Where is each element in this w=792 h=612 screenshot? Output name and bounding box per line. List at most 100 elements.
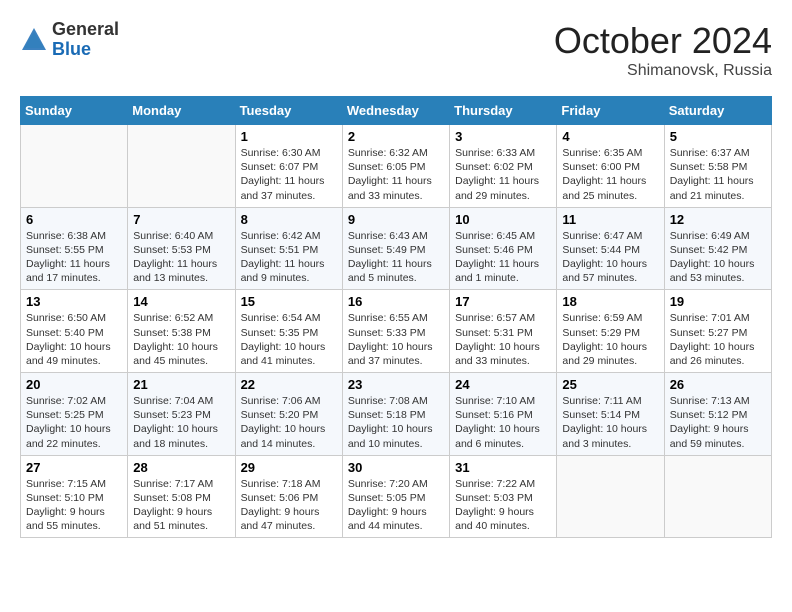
day-info: Sunrise: 7:01 AMSunset: 5:27 PMDaylight:… bbox=[670, 311, 766, 368]
logo-blue-text: Blue bbox=[52, 39, 91, 59]
calendar-day-cell: 31 Sunrise: 7:22 AMSunset: 5:03 PMDayligh… bbox=[450, 455, 557, 538]
day-number: 16 bbox=[348, 294, 444, 309]
day-number: 26 bbox=[670, 377, 766, 392]
day-info: Sunrise: 6:49 AMSunset: 5:42 PMDaylight:… bbox=[670, 229, 766, 286]
calendar-day-cell: 16 Sunrise: 6:55 AMSunset: 5:33 PMDayligh… bbox=[342, 290, 449, 373]
day-number: 8 bbox=[241, 212, 337, 227]
calendar-day-cell: 15Sunrise: 6:54 AMSunset: 5:35 PMDayligh… bbox=[235, 290, 342, 373]
calendar-day-cell: 5 Sunrise: 6:37 AMSunset: 5:58 PMDaylight… bbox=[664, 125, 771, 208]
calendar-week-row: 6 Sunrise: 6:38 AMSunset: 5:55 PMDaylight… bbox=[21, 207, 772, 290]
day-info: Sunrise: 6:55 AMSunset: 5:33 PMDaylight:… bbox=[348, 311, 444, 368]
calendar-day-cell: 1Sunrise: 6:30 AMSunset: 6:07 PMDaylight… bbox=[235, 125, 342, 208]
day-info: Sunrise: 7:18 AMSunset: 5:06 PMDaylight:… bbox=[241, 477, 337, 534]
day-number: 11 bbox=[562, 212, 658, 227]
day-info: Sunrise: 7:20 AMSunset: 5:05 PMDaylight:… bbox=[348, 477, 444, 534]
day-info: Sunrise: 6:37 AMSunset: 5:58 PMDaylight:… bbox=[670, 146, 766, 203]
weekday-header-cell: Tuesday bbox=[235, 97, 342, 125]
month-title: October 2024 bbox=[554, 20, 772, 62]
day-number: 14 bbox=[133, 294, 229, 309]
day-info: Sunrise: 7:04 AMSunset: 5:23 PMDaylight:… bbox=[133, 394, 229, 451]
weekday-header-cell: Monday bbox=[128, 97, 235, 125]
day-number: 2 bbox=[348, 129, 444, 144]
logo-text: General Blue bbox=[52, 20, 119, 60]
day-info: Sunrise: 7:08 AMSunset: 5:18 PMDaylight:… bbox=[348, 394, 444, 451]
calendar-day-cell: 22 Sunrise: 7:06 AMSunset: 5:20 PMDayligh… bbox=[235, 373, 342, 456]
calendar-day-cell: 11 Sunrise: 6:47 AMSunset: 5:44 PMDayligh… bbox=[557, 207, 664, 290]
day-info: Sunrise: 7:15 AMSunset: 5:10 PMDaylight:… bbox=[26, 477, 122, 534]
calendar-day-cell: 29 Sunrise: 7:18 AMSunset: 5:06 PMDayligh… bbox=[235, 455, 342, 538]
calendar-week-row: 13 Sunrise: 6:50 AMSunset: 5:40 PMDayligh… bbox=[21, 290, 772, 373]
day-number: 22 bbox=[241, 377, 337, 392]
day-info: Sunrise: 6:57 AMSunset: 5:31 PMDaylight:… bbox=[455, 311, 551, 368]
day-info: Sunrise: 7:06 AMSunset: 5:20 PMDaylight:… bbox=[241, 394, 337, 451]
calendar-day-cell: 30 Sunrise: 7:20 AMSunset: 5:05 PMDayligh… bbox=[342, 455, 449, 538]
calendar-day-cell: 24 Sunrise: 7:10 AMSunset: 5:16 PMDayligh… bbox=[450, 373, 557, 456]
day-info: Sunrise: 6:47 AMSunset: 5:44 PMDaylight:… bbox=[562, 229, 658, 286]
day-info: Sunrise: 7:11 AMSunset: 5:14 PMDaylight:… bbox=[562, 394, 658, 451]
day-number: 3 bbox=[455, 129, 551, 144]
calendar-day-cell: 12Sunrise: 6:49 AMSunset: 5:42 PMDayligh… bbox=[664, 207, 771, 290]
calendar-day-cell: 6 Sunrise: 6:38 AMSunset: 5:55 PMDaylight… bbox=[21, 207, 128, 290]
calendar-day-cell bbox=[664, 455, 771, 538]
day-info: Sunrise: 6:38 AMSunset: 5:55 PMDaylight:… bbox=[26, 229, 122, 286]
calendar-week-row: 27 Sunrise: 7:15 AMSunset: 5:10 PMDayligh… bbox=[21, 455, 772, 538]
day-info: Sunrise: 6:42 AMSunset: 5:51 PMDaylight:… bbox=[241, 229, 337, 286]
day-info: Sunrise: 6:52 AMSunset: 5:38 PMDaylight:… bbox=[133, 311, 229, 368]
day-info: Sunrise: 6:35 AMSunset: 6:00 PMDaylight:… bbox=[562, 146, 658, 203]
calendar-day-cell: 27 Sunrise: 7:15 AMSunset: 5:10 PMDayligh… bbox=[21, 455, 128, 538]
calendar-day-cell: 14 Sunrise: 6:52 AMSunset: 5:38 PMDayligh… bbox=[128, 290, 235, 373]
day-info: Sunrise: 7:10 AMSunset: 5:16 PMDaylight:… bbox=[455, 394, 551, 451]
calendar-day-cell: 3 Sunrise: 6:33 AMSunset: 6:02 PMDaylight… bbox=[450, 125, 557, 208]
day-number: 23 bbox=[348, 377, 444, 392]
weekday-header-cell: Thursday bbox=[450, 97, 557, 125]
day-info: Sunrise: 6:40 AMSunset: 5:53 PMDaylight:… bbox=[133, 229, 229, 286]
day-number: 30 bbox=[348, 460, 444, 475]
location: Shimanovsk, Russia bbox=[554, 62, 772, 80]
calendar-day-cell: 23 Sunrise: 7:08 AMSunset: 5:18 PMDayligh… bbox=[342, 373, 449, 456]
day-number: 29 bbox=[241, 460, 337, 475]
calendar-day-cell: 26Sunrise: 7:13 AMSunset: 5:12 PMDayligh… bbox=[664, 373, 771, 456]
day-number: 21 bbox=[133, 377, 229, 392]
logo: General Blue bbox=[20, 20, 119, 60]
calendar-day-cell: 8 Sunrise: 6:42 AMSunset: 5:51 PMDaylight… bbox=[235, 207, 342, 290]
day-info: Sunrise: 6:54 AMSunset: 5:35 PMDaylight:… bbox=[241, 311, 337, 368]
calendar-day-cell: 28 Sunrise: 7:17 AMSunset: 5:08 PMDayligh… bbox=[128, 455, 235, 538]
calendar-day-cell bbox=[557, 455, 664, 538]
weekday-header-cell: Wednesday bbox=[342, 97, 449, 125]
weekday-header-row: SundayMondayTuesdayWednesdayThursdayFrid… bbox=[21, 97, 772, 125]
day-number: 5 bbox=[670, 129, 766, 144]
day-number: 13 bbox=[26, 294, 122, 309]
day-info: Sunrise: 6:43 AMSunset: 5:49 PMDaylight:… bbox=[348, 229, 444, 286]
day-info: Sunrise: 6:45 AMSunset: 5:46 PMDaylight:… bbox=[455, 229, 551, 286]
calendar-day-cell: 21 Sunrise: 7:04 AMSunset: 5:23 PMDayligh… bbox=[128, 373, 235, 456]
day-number: 18 bbox=[562, 294, 658, 309]
day-number: 7 bbox=[133, 212, 229, 227]
day-number: 10 bbox=[455, 212, 551, 227]
calendar-day-cell: 18 Sunrise: 6:59 AMSunset: 5:29 PMDayligh… bbox=[557, 290, 664, 373]
day-info: Sunrise: 6:30 AMSunset: 6:07 PMDaylight:… bbox=[241, 146, 337, 203]
logo-general-text: General bbox=[52, 19, 119, 39]
day-info: Sunrise: 7:17 AMSunset: 5:08 PMDaylight:… bbox=[133, 477, 229, 534]
day-info: Sunrise: 7:22 AMSunset: 5:03 PMDaylight:… bbox=[455, 477, 551, 534]
calendar-day-cell: 20 Sunrise: 7:02 AMSunset: 5:25 PMDayligh… bbox=[21, 373, 128, 456]
day-info: Sunrise: 6:59 AMSunset: 5:29 PMDaylight:… bbox=[562, 311, 658, 368]
calendar-week-row: 20 Sunrise: 7:02 AMSunset: 5:25 PMDayligh… bbox=[21, 373, 772, 456]
day-number: 17 bbox=[455, 294, 551, 309]
day-number: 27 bbox=[26, 460, 122, 475]
weekday-header-cell: Friday bbox=[557, 97, 664, 125]
weekday-header-cell: Saturday bbox=[664, 97, 771, 125]
day-number: 28 bbox=[133, 460, 229, 475]
day-number: 20 bbox=[26, 377, 122, 392]
day-number: 19 bbox=[670, 294, 766, 309]
day-number: 4 bbox=[562, 129, 658, 144]
calendar-table: SundayMondayTuesdayWednesdayThursdayFrid… bbox=[20, 96, 772, 538]
day-info: Sunrise: 6:33 AMSunset: 6:02 PMDaylight:… bbox=[455, 146, 551, 203]
day-info: Sunrise: 6:50 AMSunset: 5:40 PMDaylight:… bbox=[26, 311, 122, 368]
calendar-day-cell: 9Sunrise: 6:43 AMSunset: 5:49 PMDaylight… bbox=[342, 207, 449, 290]
day-number: 24 bbox=[455, 377, 551, 392]
day-number: 31 bbox=[455, 460, 551, 475]
calendar-day-cell: 7 Sunrise: 6:40 AMSunset: 5:53 PMDaylight… bbox=[128, 207, 235, 290]
day-info: Sunrise: 7:02 AMSunset: 5:25 PMDaylight:… bbox=[26, 394, 122, 451]
day-number: 6 bbox=[26, 212, 122, 227]
calendar-day-cell: 4 Sunrise: 6:35 AMSunset: 6:00 PMDaylight… bbox=[557, 125, 664, 208]
